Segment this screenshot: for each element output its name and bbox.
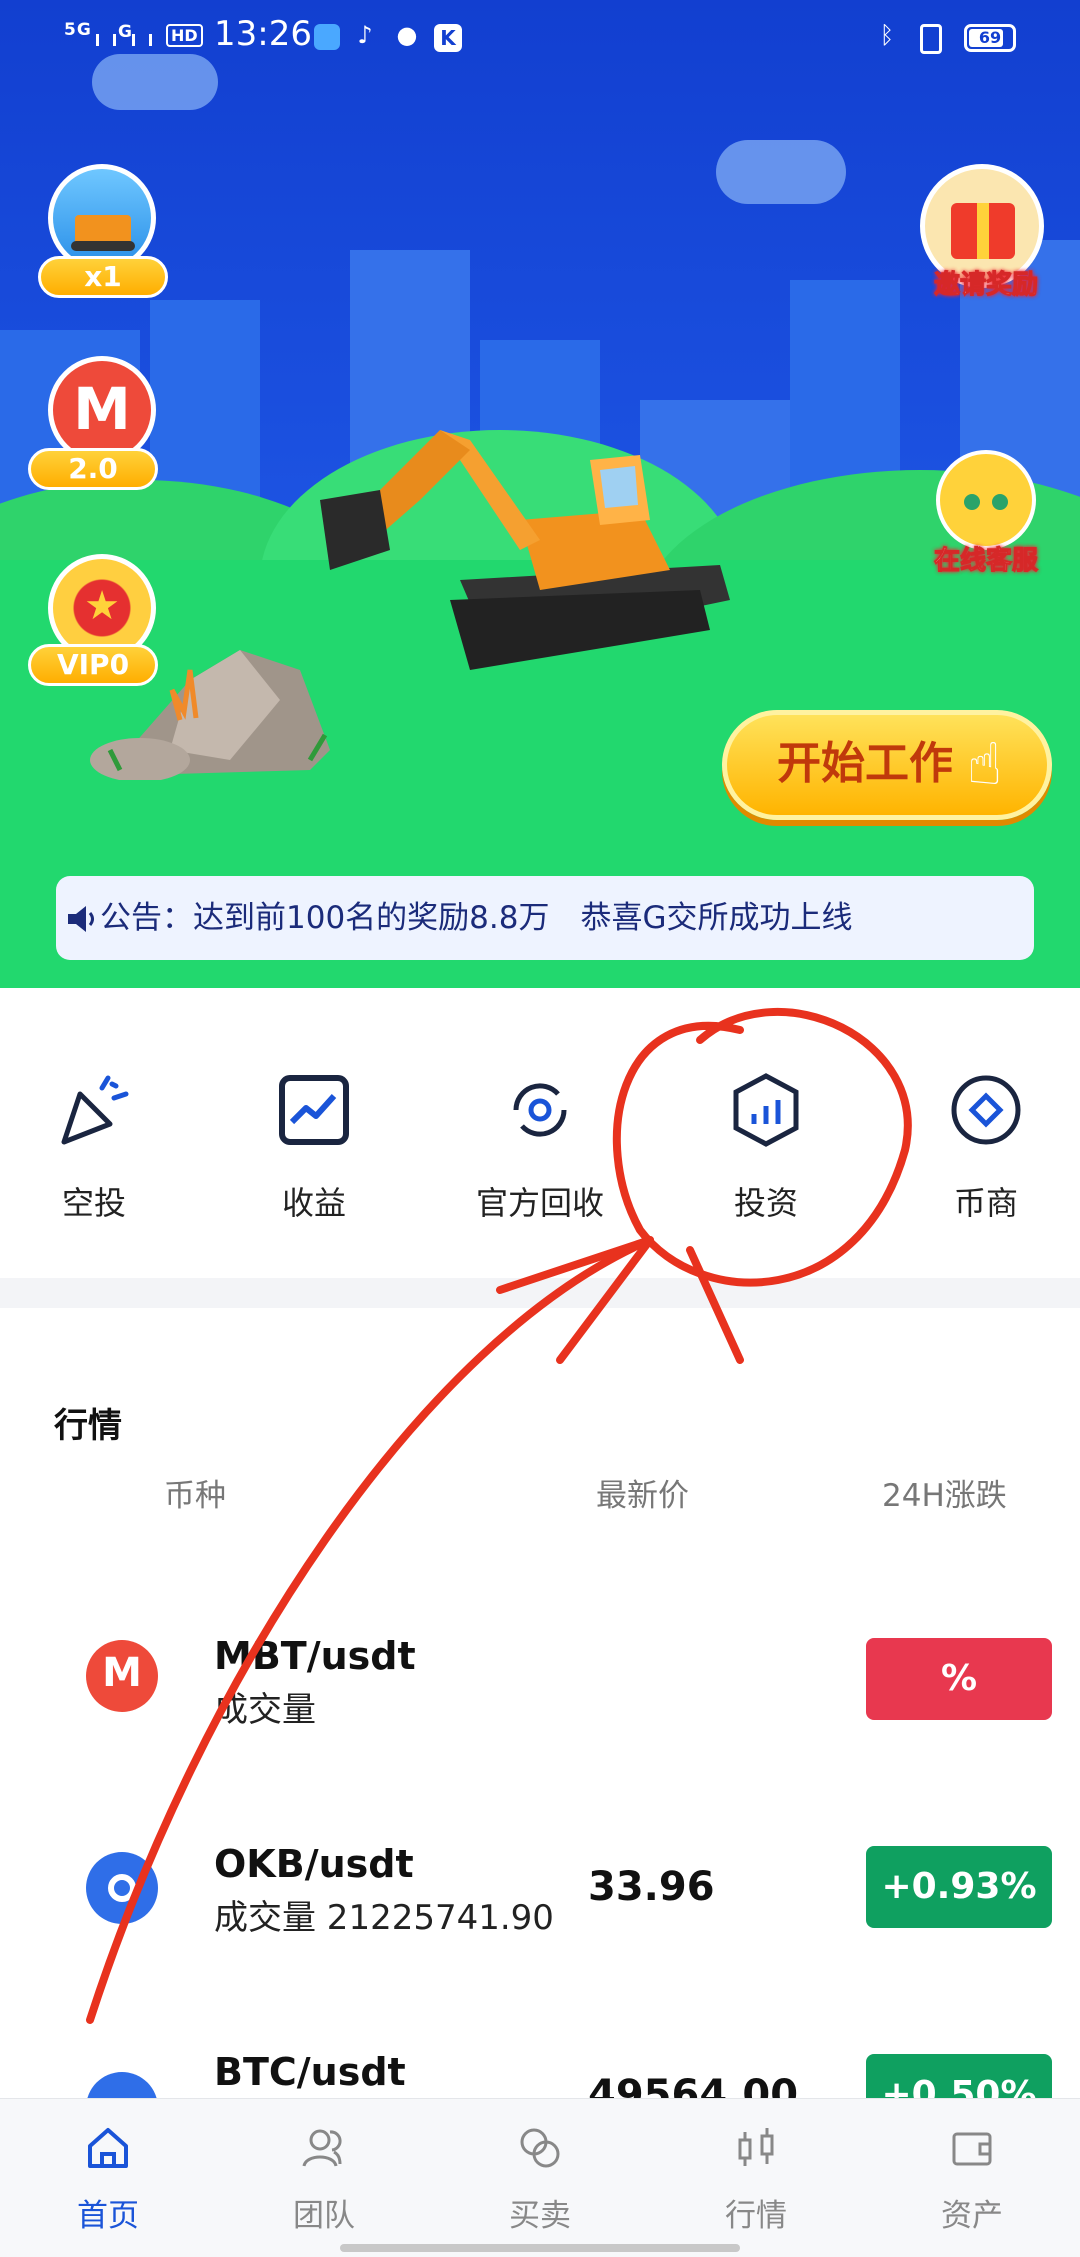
hero-banner: 5G G HD 13:26 ♪ ● K ᛒ 69 x1 M 2.0 ★ VIP0	[0, 0, 1080, 988]
tab-label: 买卖	[509, 2198, 571, 2234]
red-annotation-overlay	[86, 1008, 912, 2024]
start-work-button[interactable]: 开始工作 ☝	[722, 710, 1052, 820]
candlestick-icon	[738, 2128, 774, 2166]
tab-label: 资产	[941, 2198, 1003, 2234]
wallet-icon	[952, 2132, 992, 2166]
tab-label: 团队	[293, 2198, 355, 2234]
tab-label: 首页	[77, 2198, 139, 2234]
vip-level-badge[interactable]: ★ VIP0	[24, 554, 174, 694]
excavator-count-label: x1	[38, 256, 168, 298]
status-bar: 5G G HD 13:26 ♪ ● K ᛒ 69	[0, 0, 1080, 76]
speaker-icon	[68, 906, 94, 932]
signal-icon	[132, 34, 152, 46]
excavator-count-badge[interactable]: x1	[24, 164, 174, 304]
trade-icon	[520, 2128, 560, 2168]
m-version-label: 2.0	[28, 448, 158, 490]
online-support-button[interactable]: 在线客服	[906, 420, 1066, 580]
tab-home[interactable]: 首页	[0, 2098, 216, 2256]
announcement-bar[interactable]: 公告：达到前100名的奖励8.8万 恭喜G交所成功上线	[56, 876, 1034, 960]
home-indicator	[340, 2244, 740, 2252]
start-work-label: 开始工作	[777, 738, 953, 789]
tab-label: 行情	[725, 2198, 787, 2234]
cloud-decoration	[716, 140, 846, 204]
clock: 13:26	[214, 14, 312, 54]
network-indicator: 5G	[64, 20, 92, 40]
bell-icon: ♪	[357, 21, 373, 49]
battery-icon: 69	[964, 24, 1016, 52]
invite-reward-button[interactable]: 邀请奖励	[906, 164, 1066, 304]
network-indicator: G	[118, 22, 133, 42]
chat-bubble-icon: ●	[396, 21, 418, 49]
signal-icon	[96, 34, 116, 46]
invite-reward-label: 邀请奖励	[933, 270, 1038, 301]
pointing-hand-icon: ☝	[967, 730, 1003, 798]
tab-trade[interactable]: 买卖	[432, 2098, 648, 2256]
excavator-illustration	[320, 430, 730, 670]
tab-assets[interactable]: 资产	[864, 2098, 1080, 2256]
vibrate-icon	[920, 24, 942, 54]
tab-team[interactable]: 团队	[216, 2098, 432, 2256]
home-icon	[88, 2128, 128, 2168]
hd-icon: HD	[166, 24, 203, 47]
support-mascot-icon	[936, 450, 1036, 550]
k-app-icon: K	[434, 24, 462, 52]
vip-level-label: VIP0	[28, 644, 158, 686]
online-support-label: 在线客服	[933, 546, 1038, 577]
app-notification-icon	[314, 24, 340, 50]
team-icon	[302, 2129, 342, 2167]
announcement-text: 公告：达到前100名的奖励8.8万 恭喜G交所成功上线	[100, 900, 853, 936]
m-version-badge[interactable]: M 2.0	[24, 356, 174, 496]
bluetooth-icon: ᛒ	[879, 21, 895, 49]
tab-market[interactable]: 行情	[648, 2098, 864, 2256]
